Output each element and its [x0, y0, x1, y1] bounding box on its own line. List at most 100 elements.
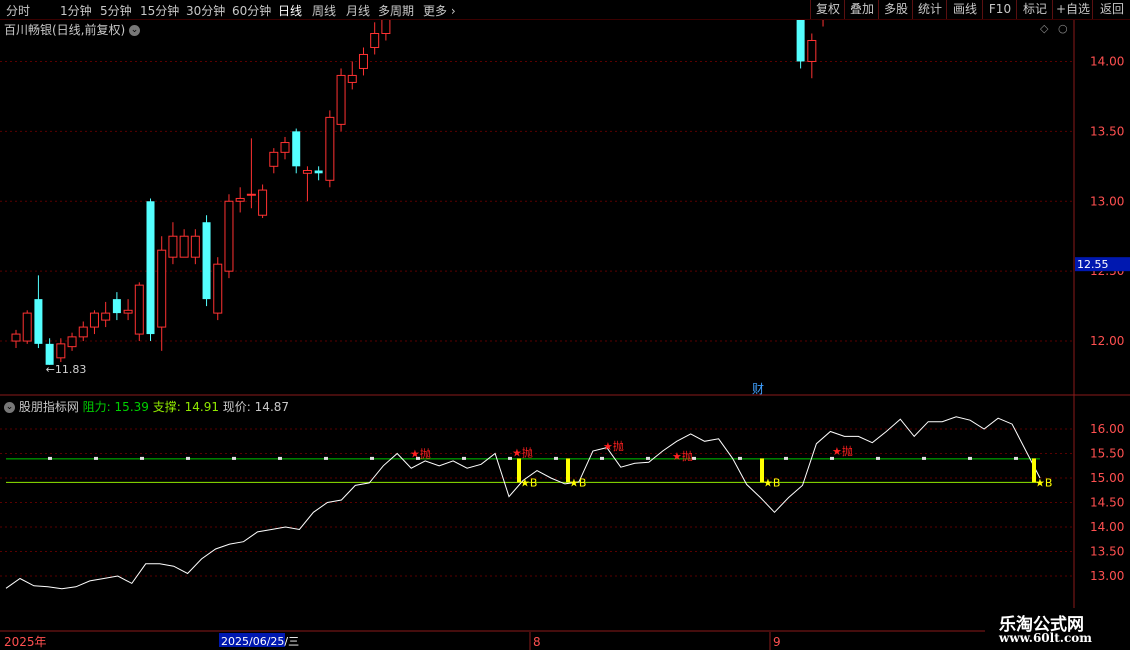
candle-body: [336, 74, 346, 125]
indicator-y-tick-label: 15.50: [1090, 447, 1124, 461]
candle-body: [56, 343, 66, 359]
resist-dot: [1014, 456, 1018, 460]
candle-body: [22, 312, 32, 342]
tab-daily[interactable]: 日线: [278, 2, 302, 19]
candle-body: [179, 235, 189, 258]
candle-body: [269, 151, 279, 167]
candle-body: [358, 53, 368, 69]
candle-body: [807, 39, 817, 62]
back-button[interactable]: 返回: [1092, 0, 1130, 19]
buy-signal-marker: ★B: [569, 476, 586, 489]
resist-dot: [784, 456, 788, 460]
tab-monthly[interactable]: 月线: [346, 2, 370, 19]
candle-body: [235, 197, 245, 202]
candle-body: [11, 333, 21, 342]
candle-body: [280, 142, 290, 153]
candle-body: [381, 20, 391, 34]
candle-body: [224, 200, 234, 272]
tab-more[interactable]: 更多 ›: [423, 2, 456, 19]
candle-body: [134, 284, 144, 335]
candle-body: [246, 193, 256, 196]
chart-canvas[interactable]: 16.5016.0015.5015.0014.5014.0013.5013.00…: [0, 20, 1130, 650]
tab-60min[interactable]: 60分钟: [232, 2, 271, 19]
sell-signal-marker: ★抛: [410, 447, 431, 461]
candle-body: [89, 312, 99, 328]
candle-body: [292, 131, 301, 167]
tab-fenshi[interactable]: 分时: [6, 2, 30, 19]
resist-dot: [462, 456, 466, 460]
indicator-y-tick-label: 14.00: [1090, 520, 1124, 534]
multi-stock-button[interactable]: 多股: [878, 0, 913, 19]
indicator-y-tick-label: 13.00: [1090, 569, 1124, 583]
resist-dot: [370, 456, 374, 460]
candle-body: [347, 74, 357, 83]
candle-body: [168, 235, 178, 258]
resist-dot: [876, 456, 880, 460]
period-toolbar: 分时 1分钟 5分钟 15分钟 30分钟 60分钟 日线 周线 月线 多周期 更…: [0, 0, 1130, 20]
candle-body: [78, 326, 88, 338]
sell-signal-marker: ★抛: [832, 444, 853, 458]
candle-body: [123, 309, 133, 314]
candle-body: [157, 249, 167, 328]
resist-dot: [968, 456, 972, 460]
tab-weekly[interactable]: 周线: [312, 2, 336, 19]
sell-signal-marker: ★抛: [603, 439, 624, 453]
resist-dot: [922, 456, 926, 460]
candle-body: [34, 299, 43, 344]
resist-dot: [600, 456, 604, 460]
mark-button[interactable]: 标记: [1016, 0, 1053, 19]
min-price-label: ←11.83: [46, 363, 87, 376]
tab-multi-period[interactable]: 多周期: [378, 2, 414, 19]
tab-5min[interactable]: 5分钟: [100, 2, 132, 19]
candle-body: [202, 222, 211, 300]
resist-dot: [738, 456, 742, 460]
sell-signal-marker: ★抛: [672, 449, 693, 463]
resist-dot: [186, 456, 190, 460]
overlay-button[interactable]: 叠加: [844, 0, 879, 19]
month-label: 8: [533, 635, 541, 649]
y-tick-label: 13.00: [1090, 194, 1124, 208]
buy-signal-marker: ★B: [1035, 476, 1052, 489]
watermark: 乐淘公式网 www.60lt.com: [985, 608, 1130, 650]
buy-signal-marker: ★B: [763, 476, 780, 489]
draw-button[interactable]: 画线: [946, 0, 983, 19]
price-tag-label: 12.55: [1077, 258, 1109, 271]
sell-signal-marker: ★抛: [512, 446, 533, 460]
resist-dot: [232, 456, 236, 460]
candle-body: [325, 116, 335, 181]
candle-body: [796, 20, 805, 62]
y-tick-label: 13.50: [1090, 124, 1124, 138]
candle-body: [314, 170, 323, 174]
buy-signal-marker: ★B: [520, 476, 537, 489]
resist-dot: [48, 456, 52, 460]
candle-body: [258, 189, 268, 216]
tab-15min[interactable]: 15分钟: [140, 2, 179, 19]
resist-dot: [324, 456, 328, 460]
tab-1min[interactable]: 1分钟: [60, 2, 92, 19]
tab-30min[interactable]: 30分钟: [186, 2, 225, 19]
candle-body: [190, 235, 200, 258]
candle-body: [146, 201, 155, 335]
resist-dot: [140, 456, 144, 460]
indicator-y-tick-label: 14.50: [1090, 496, 1124, 510]
candle-body: [67, 336, 77, 348]
resist-dot: [278, 456, 282, 460]
month-label: 9: [773, 635, 781, 649]
candle-body: [112, 299, 121, 314]
indicator-y-tick-label: 16.00: [1090, 422, 1124, 436]
indicator-y-tick-label: 15.00: [1090, 471, 1124, 485]
f10-button[interactable]: F10: [982, 0, 1017, 19]
candle-body: [213, 263, 223, 314]
chevron-right-icon: ›: [450, 4, 456, 18]
more-label: 更多: [423, 4, 448, 18]
candle-body: [370, 33, 380, 48]
candle-body: [302, 170, 312, 174]
y-tick-label: 14.00: [1090, 54, 1124, 68]
add-favorite-button[interactable]: +自选: [1052, 0, 1093, 19]
stats-button[interactable]: 统计: [912, 0, 947, 19]
resist-dot: [646, 456, 650, 460]
finance-marker: 财: [752, 382, 764, 396]
indicator-y-tick-label: 13.50: [1090, 545, 1124, 559]
candle-body: [45, 343, 54, 365]
fuquan-button[interactable]: 复权: [810, 0, 845, 19]
